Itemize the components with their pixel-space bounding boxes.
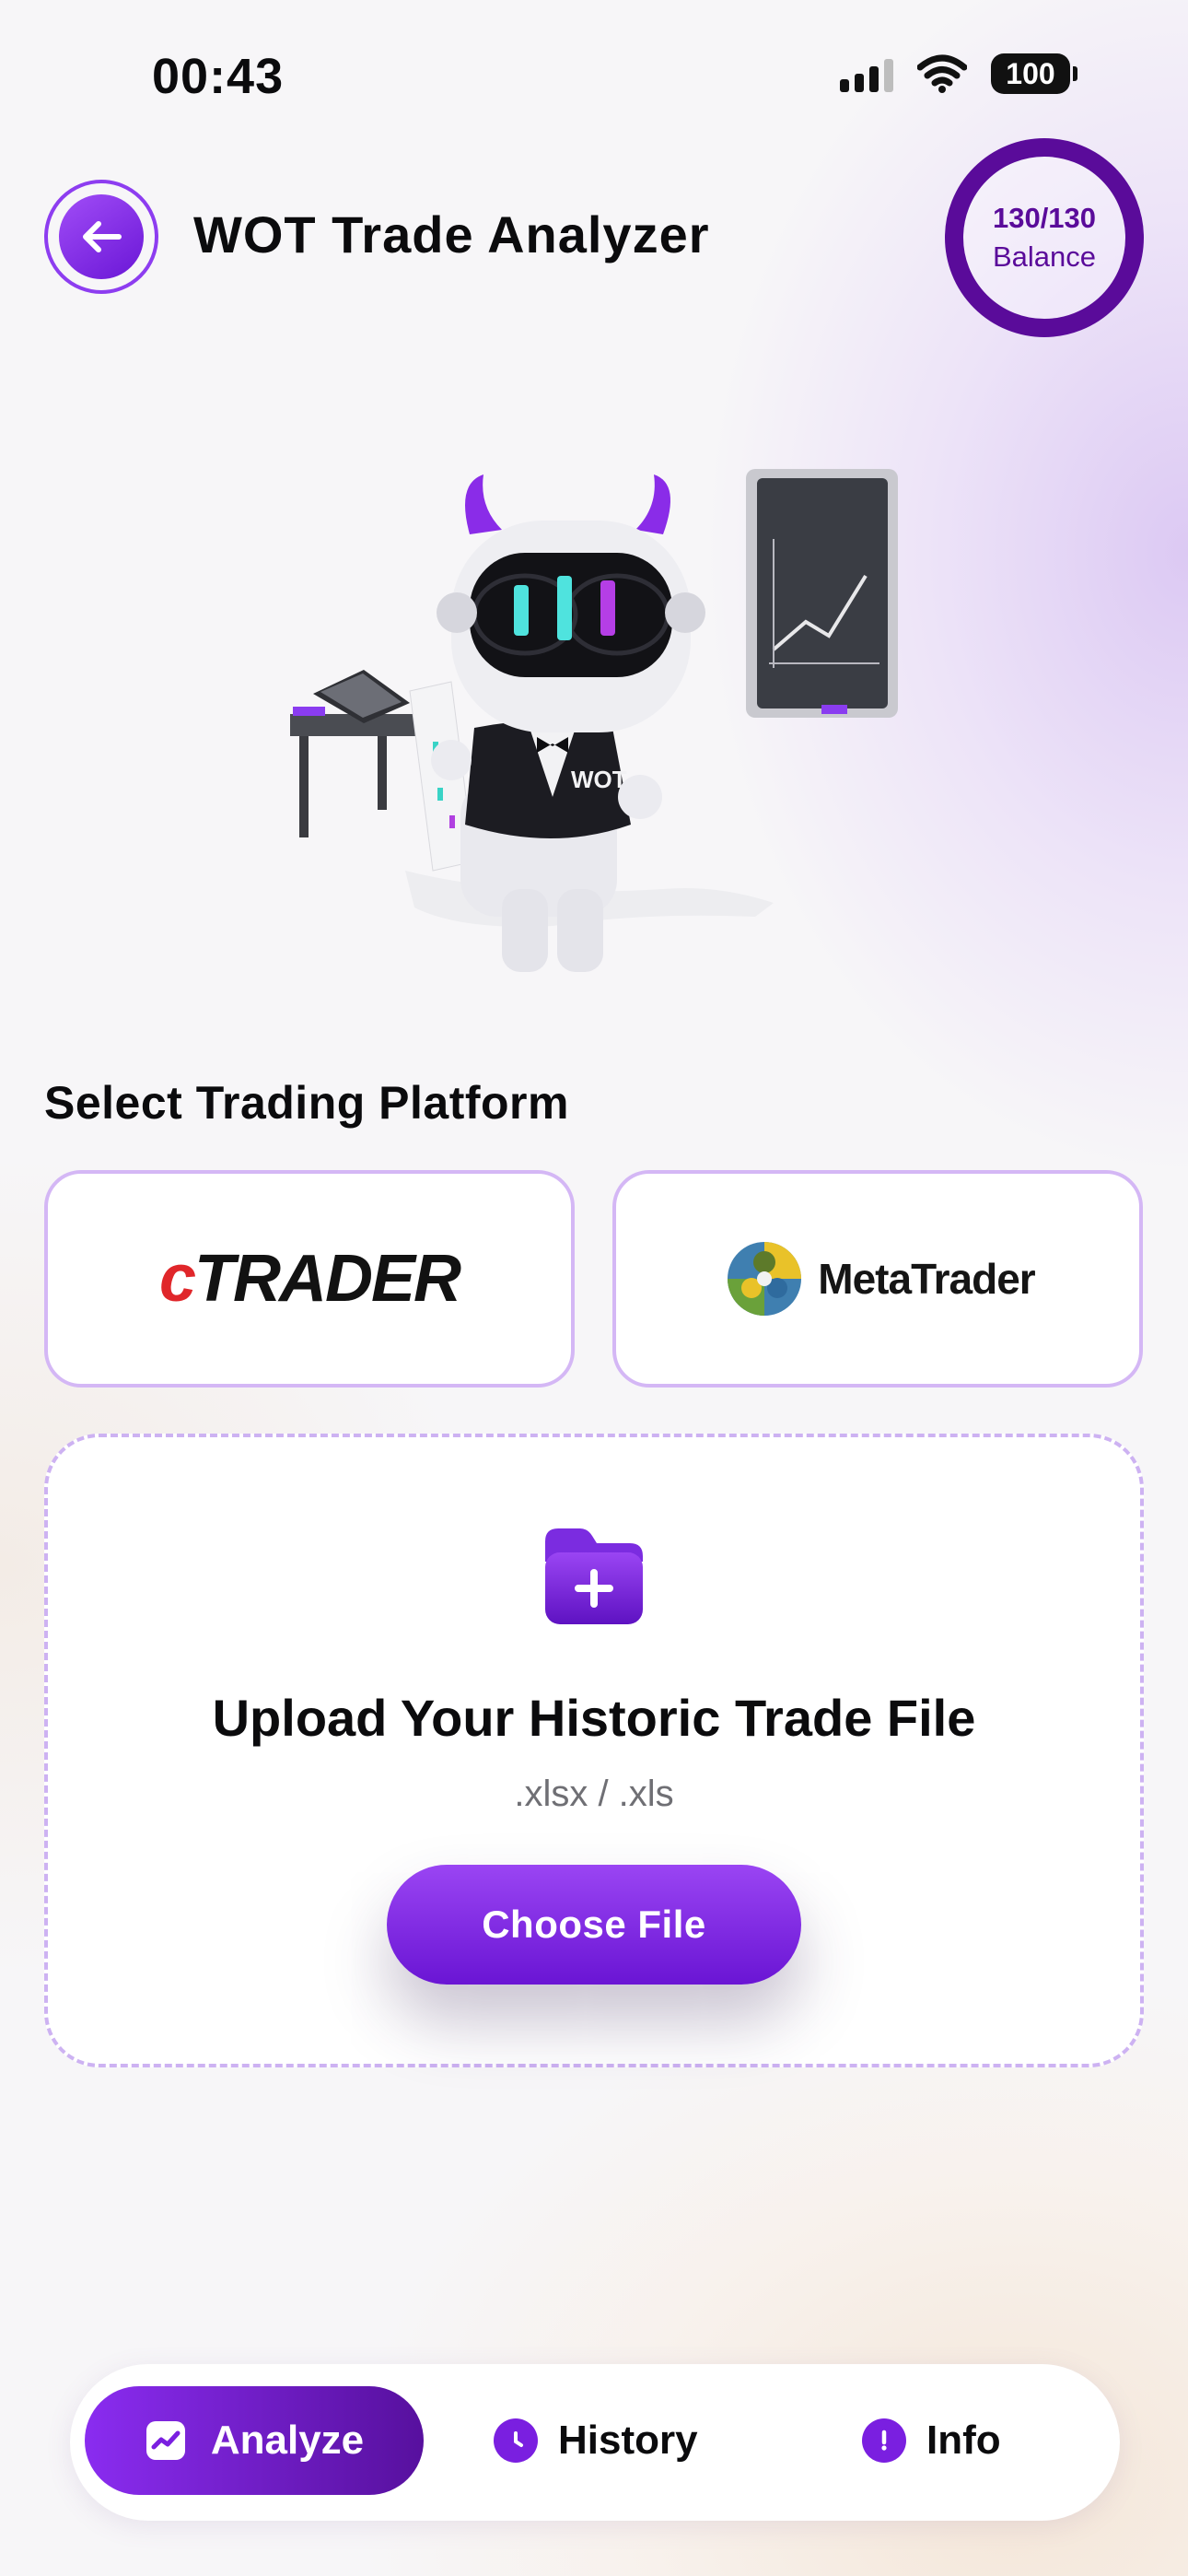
nav-info-tab[interactable]: Info — [862, 2386, 1001, 2495]
metatrader-label: MetaTrader — [818, 1255, 1035, 1303]
robot-mascot-illustration: WOT — [290, 469, 898, 972]
folder-add-icon — [545, 1528, 643, 1624]
metatrader-logo-icon — [728, 1242, 802, 1316]
section-title: Select Trading Platform — [44, 1077, 569, 1129]
upload-formats: .xlsx / .xls — [514, 1774, 674, 1814]
nav-analyze-label: Analyze — [210, 2418, 365, 2463]
status-icons: 100 — [840, 53, 1077, 94]
balance-indicator[interactable]: 130/130 Balance — [945, 138, 1144, 337]
ctrader-logo: cTRADER — [158, 1242, 461, 1316]
nav-history-tab[interactable]: History — [494, 2386, 698, 2495]
page-title: WOT Trade Analyzer — [193, 205, 710, 263]
balance-count: 130/130 — [992, 202, 1097, 234]
svg-text:WOT: WOT — [571, 766, 627, 793]
chart-trend-icon — [146, 2421, 185, 2460]
ctrader-platform-card[interactable]: cTRADER — [44, 1170, 575, 1388]
nav-info-label: Info — [926, 2418, 1001, 2463]
back-button[interactable] — [44, 180, 158, 294]
nav-analyze-tab[interactable]: Analyze — [85, 2386, 424, 2495]
nav-history-label: History — [558, 2418, 698, 2463]
status-time: 00:43 — [152, 49, 285, 104]
exclamation-icon — [862, 2418, 906, 2463]
wifi-icon — [917, 54, 967, 93]
upload-title: Upload Your Historic Trade File — [212, 1689, 976, 1747]
clock-icon — [494, 2418, 538, 2463]
balance-label: Balance — [992, 240, 1097, 273]
metatrader-platform-card[interactable]: MetaTrader — [612, 1170, 1143, 1388]
arrow-left-icon — [83, 221, 122, 252]
choose-file-button[interactable]: Choose File — [387, 1865, 801, 1985]
signal-icon — [840, 55, 893, 92]
battery-indicator: 100 — [991, 53, 1077, 94]
